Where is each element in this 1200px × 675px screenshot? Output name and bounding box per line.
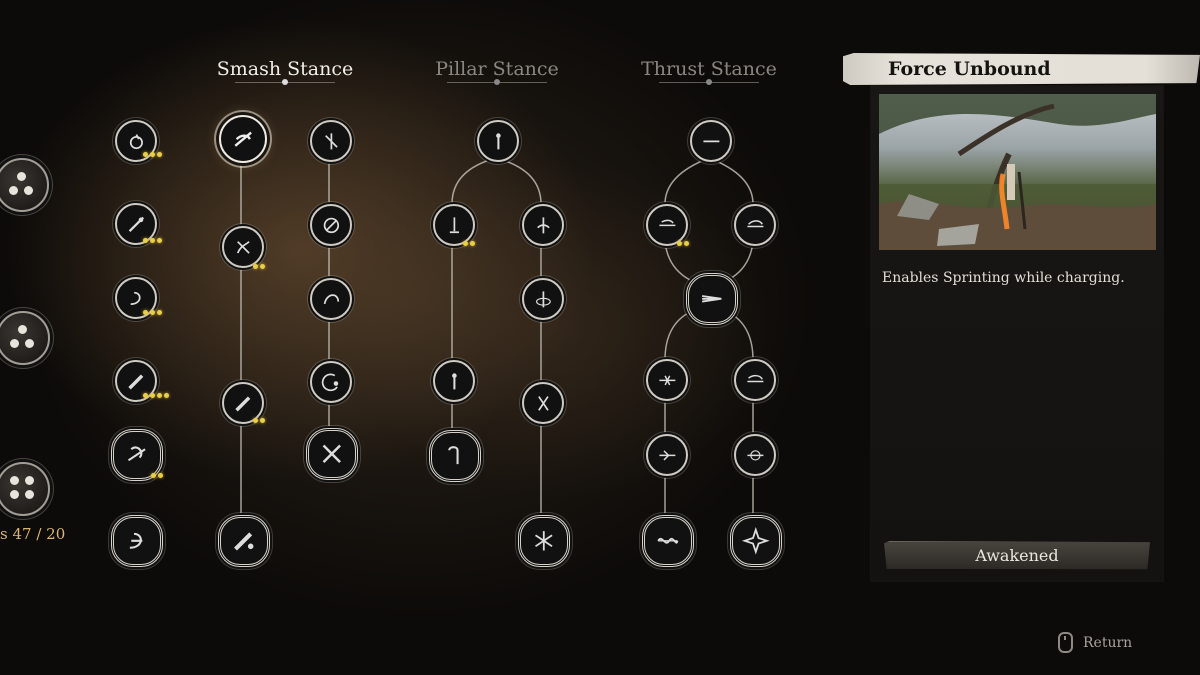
pillar-spark-icon: [449, 217, 459, 233]
tab-smash-label: Smash Stance: [216, 58, 354, 80]
skill-node-major[interactable]: [111, 515, 163, 567]
tab-dot: [706, 79, 712, 85]
cross-strike-icon: [324, 133, 338, 149]
points-value: 47 / 20: [12, 525, 66, 543]
tab-thrust-stance[interactable]: Thrust Stance: [629, 58, 789, 85]
club-icon: [234, 532, 254, 551]
skill-node-major[interactable]: [686, 273, 738, 325]
multi-thrust-icon: [702, 295, 722, 303]
thrust-wave-icon: [659, 219, 675, 226]
slam-icon: [236, 240, 250, 254]
thrust-burst-icon: [659, 375, 675, 385]
swirl-icon: [130, 291, 141, 305]
upgrade-dots: [253, 418, 265, 423]
skill-node[interactable]: [310, 204, 352, 246]
preview-scene-image: [879, 94, 1156, 250]
spin-strike-icon: [128, 446, 146, 462]
upgrade-dots: [143, 152, 162, 157]
club-icon: [127, 374, 143, 390]
crossed-staffs-icon: [322, 444, 342, 464]
hook-icon: [448, 446, 459, 465]
skill-points-counter: s 47 / 20: [0, 525, 65, 543]
thrust-feather-icon: [659, 449, 675, 461]
skill-title: Force Unbound: [888, 58, 1051, 80]
thrust-target-icon: [747, 449, 763, 461]
upgrade-dots: [143, 310, 162, 315]
moon-icon: [321, 373, 338, 391]
left-orb-3[interactable]: [0, 462, 50, 516]
sweep-icon: [323, 293, 339, 304]
tab-thrust-label: Thrust Stance: [641, 58, 777, 80]
skill-node[interactable]: [646, 434, 688, 476]
skill-node[interactable]: [646, 359, 688, 401]
tab-dot: [494, 79, 500, 85]
skill-node[interactable]: [522, 382, 564, 424]
skill-node[interactable]: [433, 360, 475, 402]
skill-node[interactable]: [310, 361, 352, 403]
pillar-spin-icon: [535, 291, 551, 307]
wind-icon: [130, 533, 143, 549]
arc-icon: [323, 217, 339, 233]
skill-node-major[interactable]: [218, 515, 270, 567]
skill-node-major[interactable]: [730, 515, 782, 567]
tab-dot: [282, 79, 288, 85]
points-prefix: s: [0, 525, 8, 543]
tab-smash-stance[interactable]: Smash Stance: [205, 58, 365, 85]
pillar-icon: [451, 373, 457, 389]
skill-node-major[interactable]: [518, 515, 570, 567]
skill-node[interactable]: [734, 434, 776, 476]
x-slash-icon: [537, 395, 549, 411]
skill-node-major[interactable]: [429, 430, 481, 482]
tab-pillar-label: Pillar Stance: [435, 58, 559, 80]
pillar-whirl-icon: [536, 217, 550, 233]
skill-node[interactable]: [522, 204, 564, 246]
upgrade-dots: [463, 241, 475, 246]
upgrade-dots: [143, 238, 162, 243]
skill-node[interactable]: [310, 120, 352, 162]
left-orb-1[interactable]: [0, 158, 49, 212]
upgrade-dots: [143, 393, 169, 398]
charge-icon: [234, 131, 252, 147]
return-label: Return: [1083, 634, 1133, 651]
skill-preview-video: [879, 94, 1156, 250]
mouse-icon: [1058, 632, 1073, 653]
tab-pillar-stance[interactable]: Pillar Stance: [417, 58, 577, 85]
skill-node[interactable]: [690, 120, 732, 162]
thrust-arc-icon: [747, 219, 763, 227]
star-burst-icon: [742, 527, 770, 555]
skill-node[interactable]: [310, 278, 352, 320]
skill-node[interactable]: [222, 226, 264, 268]
skill-node[interactable]: [522, 278, 564, 320]
left-orb-2[interactable]: [0, 311, 50, 365]
skill-node[interactable]: [646, 204, 688, 246]
awakened-status-button[interactable]: Awakened: [884, 541, 1150, 570]
club-icon: [234, 396, 250, 412]
skill-description: Enables Sprinting while charging.: [882, 270, 1125, 286]
upgrade-dots: [151, 473, 163, 478]
skill-node[interactable]: [433, 204, 475, 246]
skill-node-major[interactable]: [642, 515, 694, 567]
upgrade-dots: [677, 241, 689, 246]
pillar-icon: [495, 133, 501, 149]
thrust-icon: [703, 140, 719, 142]
upgrade-dots: [253, 264, 265, 269]
skill-node-major[interactable]: [306, 428, 358, 480]
helix-icon: [657, 538, 679, 544]
skill-node[interactable]: [734, 359, 776, 401]
skill-node[interactable]: [477, 120, 519, 162]
fan-icon: [535, 531, 553, 551]
return-prompt[interactable]: Return: [1058, 632, 1132, 653]
thrust-curve-icon: [747, 374, 763, 382]
staff-icon: [128, 216, 144, 232]
flame-icon: [129, 133, 143, 149]
skill-node[interactable]: [734, 204, 776, 246]
skill-node-force-unbound[interactable]: [219, 115, 267, 163]
